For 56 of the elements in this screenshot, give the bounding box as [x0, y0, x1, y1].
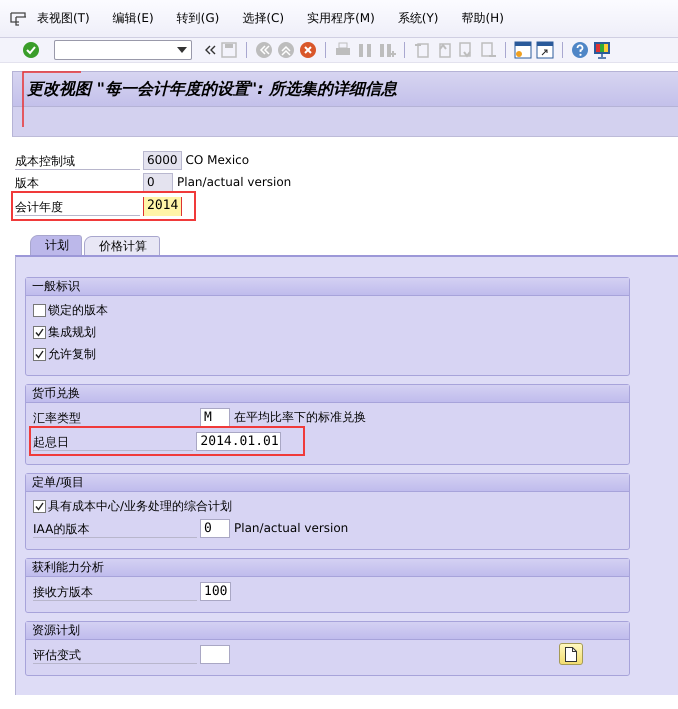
- checkbox[interactable]: [33, 348, 46, 360]
- group-title: 一般标识: [32, 279, 80, 293]
- dropdown-icon: [177, 47, 187, 53]
- tab[interactable]: 价格计算: [84, 236, 160, 255]
- shortcut-icon[interactable]: [536, 41, 554, 59]
- menu-item[interactable]: 帮助(H): [462, 10, 504, 27]
- command-field[interactable]: [54, 40, 192, 60]
- document-button[interactable]: [559, 643, 583, 665]
- field-label: 成本控制域: [15, 150, 140, 170]
- field-label: 版本: [15, 172, 140, 192]
- tab[interactable]: 计划: [30, 235, 82, 255]
- input-field[interactable]: [200, 644, 230, 664]
- input-field[interactable]: 100: [200, 582, 232, 600]
- enter-icon[interactable]: [22, 41, 40, 59]
- up-icon[interactable]: [277, 41, 295, 59]
- menu-item[interactable]: 实用程序(M): [307, 10, 375, 27]
- group-title: 货币兑换: [32, 386, 80, 400]
- field-description: 在平均比率下的标准兑换: [234, 408, 366, 426]
- menu-item[interactable]: 转到(G): [176, 10, 220, 27]
- checkbox[interactable]: [33, 304, 46, 316]
- input-field[interactable]: 2014: [143, 196, 182, 216]
- input-field[interactable]: 0: [143, 172, 173, 192]
- input-field[interactable]: 2014.01.01: [196, 432, 281, 450]
- screen-title: 更改视图 "每一会计年度的设置": 所选集的详细信息: [27, 78, 398, 100]
- new-window-icon[interactable]: [514, 41, 532, 59]
- input-field[interactable]: 6000: [143, 150, 182, 170]
- menu-item[interactable]: 编辑(E): [112, 10, 154, 27]
- field-label: IAA的版本: [33, 518, 197, 538]
- group-title: 获利能力分析: [32, 560, 104, 574]
- field-label: 评估变式: [33, 644, 197, 664]
- checkbox-label: 锁定的版本: [48, 302, 108, 318]
- input-field[interactable]: 0: [200, 518, 230, 538]
- help-icon[interactable]: [571, 41, 589, 59]
- field-description: CO Mexico: [186, 153, 250, 167]
- group-title: 定单/项目: [32, 475, 84, 489]
- monitor-icon[interactable]: [593, 41, 611, 59]
- field-label: 接收方版本: [33, 582, 197, 600]
- checkbox[interactable]: [33, 500, 46, 512]
- menu-item[interactable]: 表视图(T): [37, 10, 90, 27]
- input-field[interactable]: M: [200, 408, 230, 426]
- group-title: 资源计划: [32, 623, 80, 637]
- menu-item[interactable]: 系统(Y): [398, 10, 438, 27]
- field-description: Plan/actual version: [177, 175, 292, 189]
- field-label: 会计年度: [15, 196, 140, 216]
- menu-item[interactable]: 选择(C): [242, 10, 284, 27]
- checkbox-label: 集成规划: [48, 324, 96, 340]
- field-label: 汇率类型: [33, 408, 197, 426]
- document-icon: [565, 646, 577, 662]
- back-icon[interactable]: [255, 41, 273, 59]
- checkbox-label: 允许复制: [48, 346, 96, 362]
- checkbox-label: 具有成本中心/业务处理的综合计划: [48, 498, 232, 514]
- field-label: 起息日: [33, 432, 194, 450]
- cancel-icon[interactable]: [299, 41, 317, 59]
- menu-icon[interactable]: [10, 12, 28, 26]
- field-description: Plan/actual version: [234, 521, 348, 535]
- checkbox[interactable]: [33, 326, 46, 338]
